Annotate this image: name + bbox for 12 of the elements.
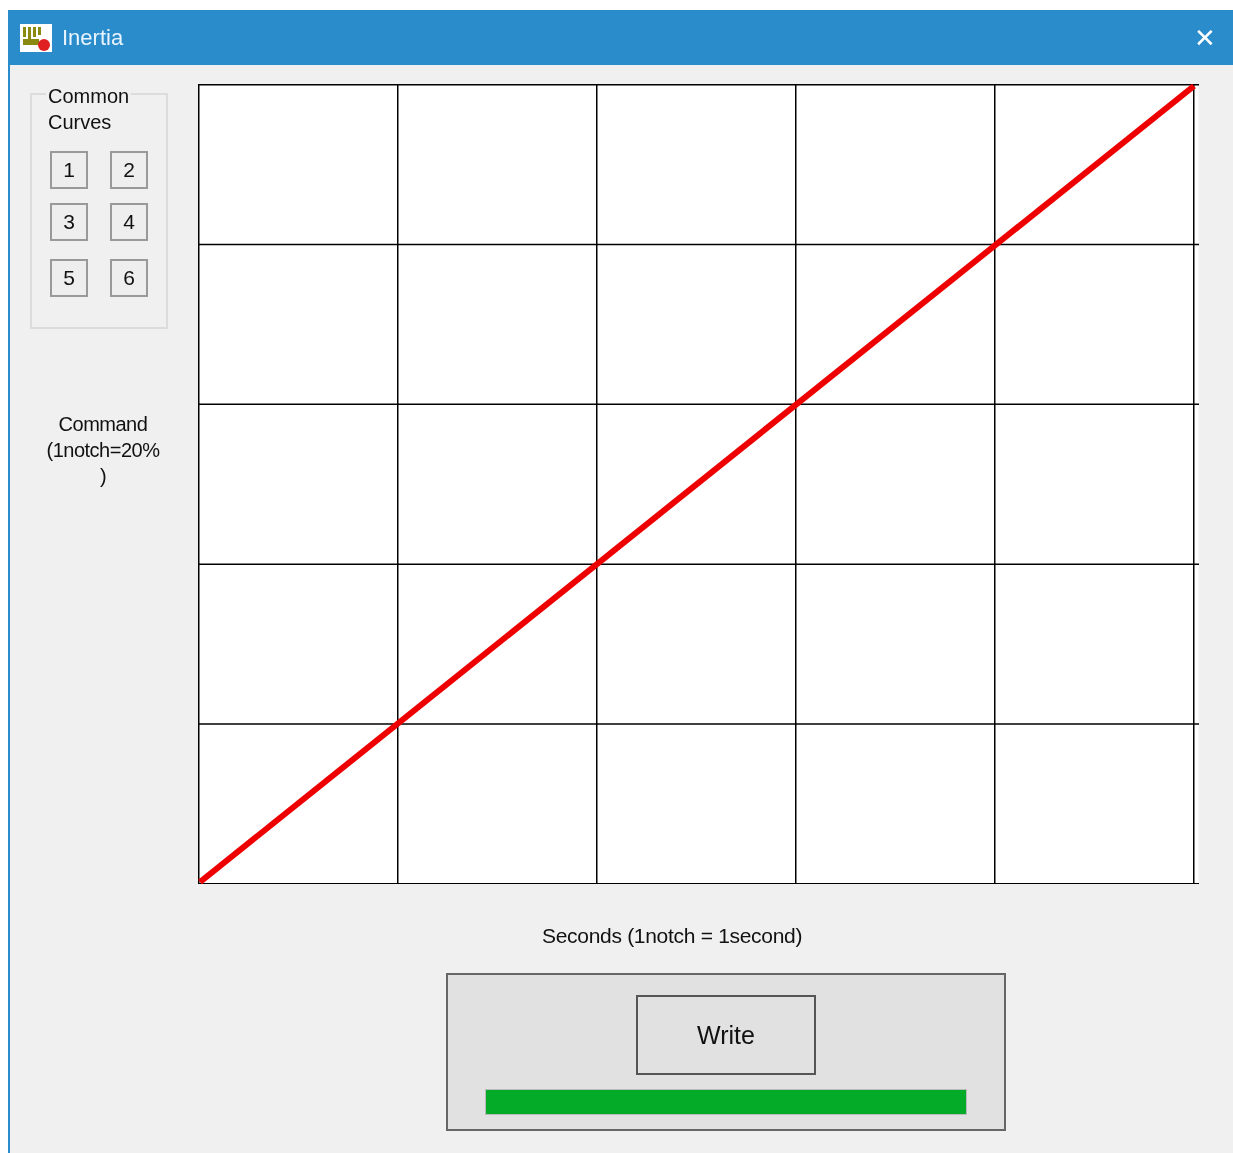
curve-button[interactable]: 2 [110,151,148,189]
app-icon [20,23,52,52]
axis-label: Command (1notch=20% ) [45,412,161,489]
write-button[interactable]: Write [636,995,816,1075]
axis-label: Seconds (1notch = 1second) [542,924,803,948]
curve-button[interactable]: 3 [50,203,88,241]
curve-button[interactable]: 4 [110,203,148,241]
close-button[interactable]: ✕ [1177,10,1233,65]
window-title: Inertia [62,24,124,51]
curve-button[interactable]: 5 [50,259,88,297]
curve-button[interactable]: 6 [110,259,148,297]
curve-button[interactable]: 1 [50,151,88,189]
